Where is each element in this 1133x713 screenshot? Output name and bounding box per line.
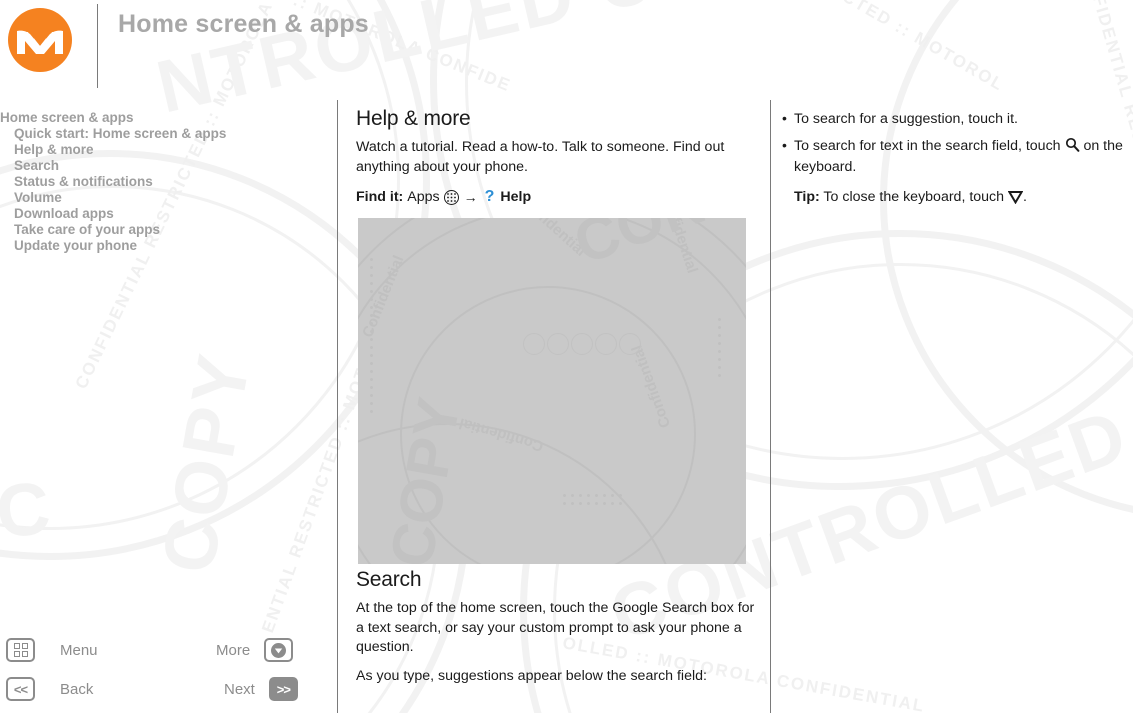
double-chevron-right-icon[interactable]: >>	[268, 677, 298, 701]
next-glyph: >>	[276, 681, 291, 697]
toc-item-search[interactable]: Search	[0, 158, 330, 174]
figure-dots	[563, 494, 622, 497]
next-nav-group[interactable]: Next >>	[224, 677, 298, 701]
search-icon[interactable]	[1065, 137, 1080, 159]
search-section: Search At the top of the home screen, to…	[356, 568, 756, 695]
help-section-body: Watch a tutorial. Read a how-to. Talk to…	[356, 139, 725, 175]
tip-text-before: To close the keyboard, touch	[819, 188, 1008, 205]
toc-item-take-care-of-your-apps[interactable]: Take care of your apps	[0, 222, 330, 238]
next-label[interactable]: Next	[224, 681, 255, 698]
down-triangle-icon[interactable]	[1007, 190, 1024, 211]
watermark-big-text: CC	[0, 465, 57, 560]
toc-item-download-apps[interactable]: Download apps	[0, 206, 330, 222]
list-item: To search for text in the search field, …	[782, 136, 1133, 178]
back-label[interactable]: Back	[60, 681, 93, 698]
right-column: To search for a suggestion, touch it. To…	[782, 109, 1133, 211]
page-title: Home screen & apps	[118, 10, 369, 38]
find-it-target-label: Help	[500, 189, 532, 205]
grid-menu-glyph	[13, 643, 28, 657]
search-section-body-1: At the top of the home screen, touch the…	[356, 600, 755, 655]
toc-item-help-more[interactable]: Help & more	[0, 142, 330, 158]
list-item: To search for a suggestion, touch it.	[782, 109, 1133, 130]
back-glyph: <<	[13, 681, 28, 697]
toc-item-quick-start[interactable]: Quick start: Home screen & apps	[0, 126, 330, 142]
table-of-contents: Home screen & apps Quick start: Home scr…	[0, 110, 330, 254]
column-divider-left	[337, 100, 338, 713]
figure-dots	[563, 502, 622, 505]
find-it-app-label: Apps	[407, 189, 440, 205]
toc-item-volume[interactable]: Volume	[0, 190, 330, 206]
chevron-down-circle-icon[interactable]	[264, 638, 294, 662]
more-label[interactable]: More	[216, 642, 250, 659]
figure-beads	[523, 333, 641, 355]
arrow-right-icon: →	[463, 189, 478, 205]
help-and-more-section: Help & more Watch a tutorial. Read a how…	[356, 107, 756, 208]
manual-page: RESTRICTED :: MOTOROLA CONFIDE NTIAL RES…	[0, 0, 1133, 713]
grid-menu-icon[interactable]	[6, 638, 35, 662]
toc-item-status-notifications[interactable]: Status & notifications	[0, 174, 330, 190]
search-section-body-2: As you type, suggestions appear below th…	[356, 667, 707, 684]
search-section-heading: Search	[356, 568, 422, 591]
motorola-logo-icon	[8, 8, 72, 72]
find-it-label: Find it:	[356, 189, 404, 205]
apps-grid-icon[interactable]	[443, 189, 459, 205]
question-mark-icon[interactable]: ?	[483, 189, 497, 205]
header-divider	[97, 4, 98, 88]
search-bullets-list: To search for a suggestion, touch it. To…	[782, 109, 1133, 178]
toc-item-update-your-phone[interactable]: Update your phone	[0, 238, 330, 254]
menu-nav-group[interactable]: Menu	[6, 638, 98, 662]
help-section-heading: Help & more	[356, 107, 471, 130]
tip-block: Tip: To close the keyboard, touch .	[782, 188, 1133, 211]
page-header: Home screen & apps	[0, 0, 1133, 100]
menu-label[interactable]: Menu	[60, 642, 98, 659]
double-chevron-left-icon[interactable]: <<	[6, 677, 35, 701]
more-nav-group[interactable]: More	[216, 638, 294, 662]
back-nav-group[interactable]: << Back	[6, 677, 93, 701]
bottom-navigation: Menu More << Back Next >>	[0, 627, 336, 713]
find-it-line: Find it: Apps → ? Help	[356, 186, 756, 208]
watermark-big-text: COPY	[145, 346, 266, 579]
tip-text-after: .	[1022, 188, 1027, 205]
figure-dots	[370, 258, 373, 413]
home-screen-figure: Confidential Confidential Confidential C…	[358, 218, 746, 564]
tip-label: Tip:	[794, 188, 820, 205]
column-divider-right	[770, 100, 771, 713]
figure-dots	[718, 318, 721, 377]
bullet-text-2-before: To search for text in the search field, …	[794, 137, 1065, 154]
bullet-text-1: To search for a suggestion, touch it.	[794, 111, 1018, 127]
toc-item-home-screen-apps[interactable]: Home screen & apps	[0, 110, 330, 126]
